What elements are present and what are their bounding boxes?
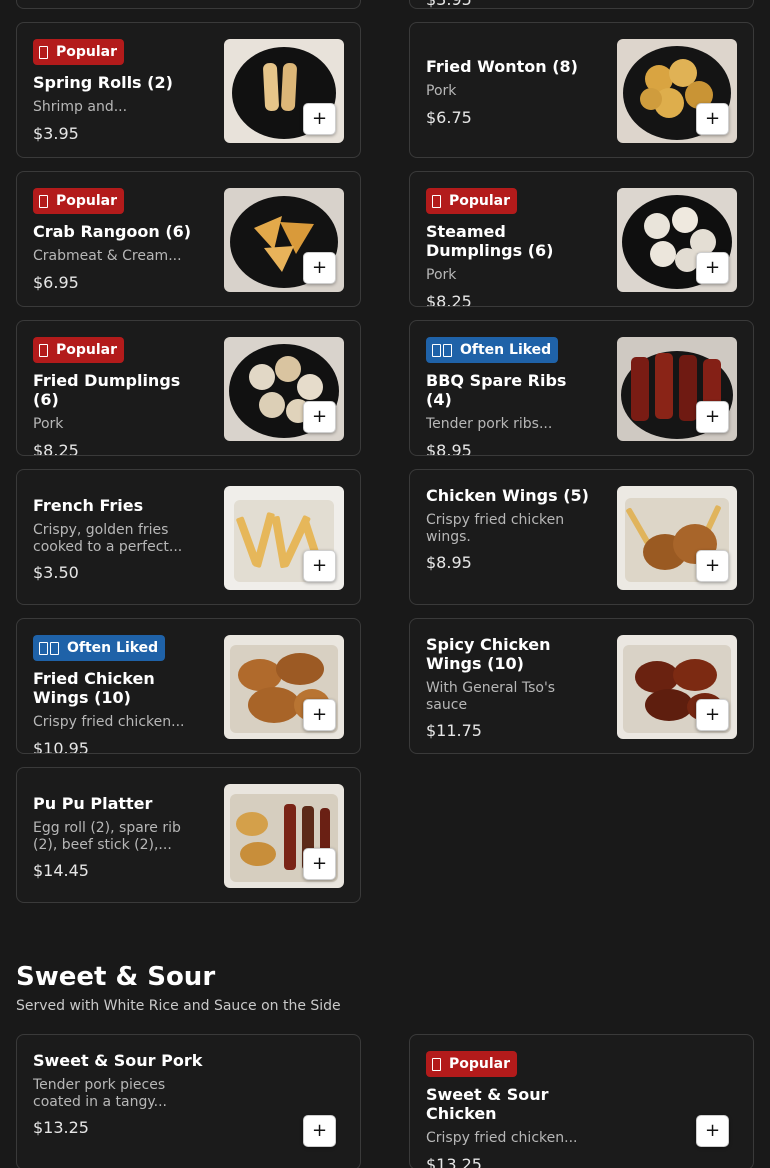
section-subtitle: Served with White Rice and Sauce on the … [16,998,341,1014]
popular-badge: Popular [426,1051,518,1077]
add-button[interactable]: + [303,550,336,582]
thumbs-up-icon [443,343,452,357]
menu-item-crab-rangoon[interactable]: Popular Crab Rangoon (6) Crabmeat & Crea… [16,171,361,307]
menu-item-fried-dumplings[interactable]: Popular Fried Dumplings (6) Pork $8.25 + [16,320,361,456]
item-description: Tender pork ribs... [426,416,553,432]
add-button[interactable]: + [303,848,336,880]
add-button[interactable]: + [696,699,729,731]
flame-icon [39,45,48,59]
often-liked-badge: Often Liked [426,337,559,363]
item-price: $8.95 [426,553,472,572]
menu-item-spicy-chicken-wings[interactable]: Spicy Chicken Wings (10) With General Ts… [409,618,754,754]
item-title: BBQ Spare Ribs (4) [426,371,567,409]
item-title: Sweet & Sour Chicken [426,1085,549,1123]
thumbs-up-icon [50,641,59,655]
item-description: Crispy fried chicken... [426,1130,578,1146]
item-price: $14.45 [33,861,89,880]
item-description: Pork [33,416,64,432]
flame-icon [432,194,441,208]
menu-item-bbq-spare-ribs[interactable]: Often Liked BBQ Spare Ribs (4) Tender po… [409,320,754,456]
item-price: $8.25 [33,440,79,456]
item-title: Pu Pu Platter [33,794,153,813]
item-price: $6.95 [33,272,79,292]
menu-item-pu-pu-platter[interactable]: Pu Pu Platter Egg roll (2), spare rib (2… [16,767,361,903]
menu-item-french-fries[interactable]: French Fries Crispy, golden fries cooked… [16,469,361,605]
item-description: Pork [426,267,457,283]
add-button[interactable]: + [303,252,336,284]
item-title: Fried Dumplings (6) [33,371,181,409]
add-button[interactable]: + [303,1115,336,1147]
popular-badge: Popular [33,39,125,65]
item-price: $13.25 [33,1118,89,1137]
add-button[interactable]: + [696,550,729,582]
menu-item-spring-rolls[interactable]: Popular Spring Rolls (2) Shrimp and... $… [16,22,361,158]
thumbs-up-icon [432,343,441,357]
item-description: With General Tso's sauce [426,680,556,713]
add-button[interactable]: + [303,103,336,135]
add-button[interactable]: + [696,401,729,433]
item-description: Crispy fried chicken... [33,714,185,730]
menu-item-sweet-sour-pork[interactable]: Sweet & Sour Pork Tender pork pieces coa… [16,1034,361,1168]
add-button[interactable]: + [696,1115,729,1147]
add-button[interactable]: + [696,252,729,284]
item-price: $11.75 [426,721,482,740]
item-price: $3.95 [426,0,472,8]
often-liked-badge: Often Liked [33,635,166,661]
item-title: Chicken Wings (5) [426,486,589,505]
item-title: Sweet & Sour Pork [33,1051,203,1070]
item-price: $10.95 [33,738,89,754]
item-description: Crabmeat & Cream... [33,248,182,264]
menu-item-card-partial[interactable]: $3.95 [409,0,754,9]
popular-badge: Popular [426,188,518,214]
item-description: Crispy, golden fries cooked to a perfect… [33,522,183,555]
menu-item-fried-wonton[interactable]: Fried Wonton (8) Pork $6.75 + [409,22,754,158]
menu-item-fried-chicken-wings[interactable]: Often Liked Fried Chicken Wings (10) Cri… [16,618,361,754]
item-price: $8.25 [426,291,472,307]
item-title: Crab Rangoon (6) [33,222,192,241]
item-price: $13.25 [426,1154,482,1168]
thumbs-up-icon [39,641,48,655]
menu-item-sweet-sour-chicken[interactable]: Popular Sweet & Sour Chicken Crispy frie… [409,1034,754,1168]
item-title: Fried Chicken Wings (10) [33,669,155,707]
add-button[interactable]: + [303,699,336,731]
flame-icon [432,1057,441,1071]
item-description: Crispy fried chicken wings. [426,512,565,545]
item-price: $8.95 [426,440,472,456]
item-price: $6.75 [426,107,472,127]
item-description: Tender pork pieces coated in a tangy... [33,1077,167,1110]
menu-item-steamed-dumplings[interactable]: Popular Steamed Dumplings (6) Pork $8.25… [409,171,754,307]
popular-badge: Popular [33,337,125,363]
item-title: Fried Wonton (8) [426,57,578,76]
add-button[interactable]: + [303,401,336,433]
item-price: $3.50 [33,563,79,582]
flame-icon [39,343,48,357]
flame-icon [39,194,48,208]
item-description: Shrimp and... [33,99,128,115]
item-description: Egg roll (2), spare rib (2), beef stick … [33,820,181,853]
item-title: French Fries [33,496,144,515]
menu-item-card-partial[interactable] [16,0,361,9]
item-title: Spicy Chicken Wings (10) [426,635,551,673]
item-title: Spring Rolls (2) [33,73,173,92]
item-description: Pork [426,83,457,99]
menu-item-chicken-wings[interactable]: Chicken Wings (5) Crispy fried chicken w… [409,469,754,605]
add-button[interactable]: + [696,103,729,135]
item-price: $3.95 [33,123,79,143]
popular-badge: Popular [33,188,125,214]
section-title: Sweet & Sour [16,962,216,992]
item-title: Steamed Dumplings (6) [426,222,554,260]
